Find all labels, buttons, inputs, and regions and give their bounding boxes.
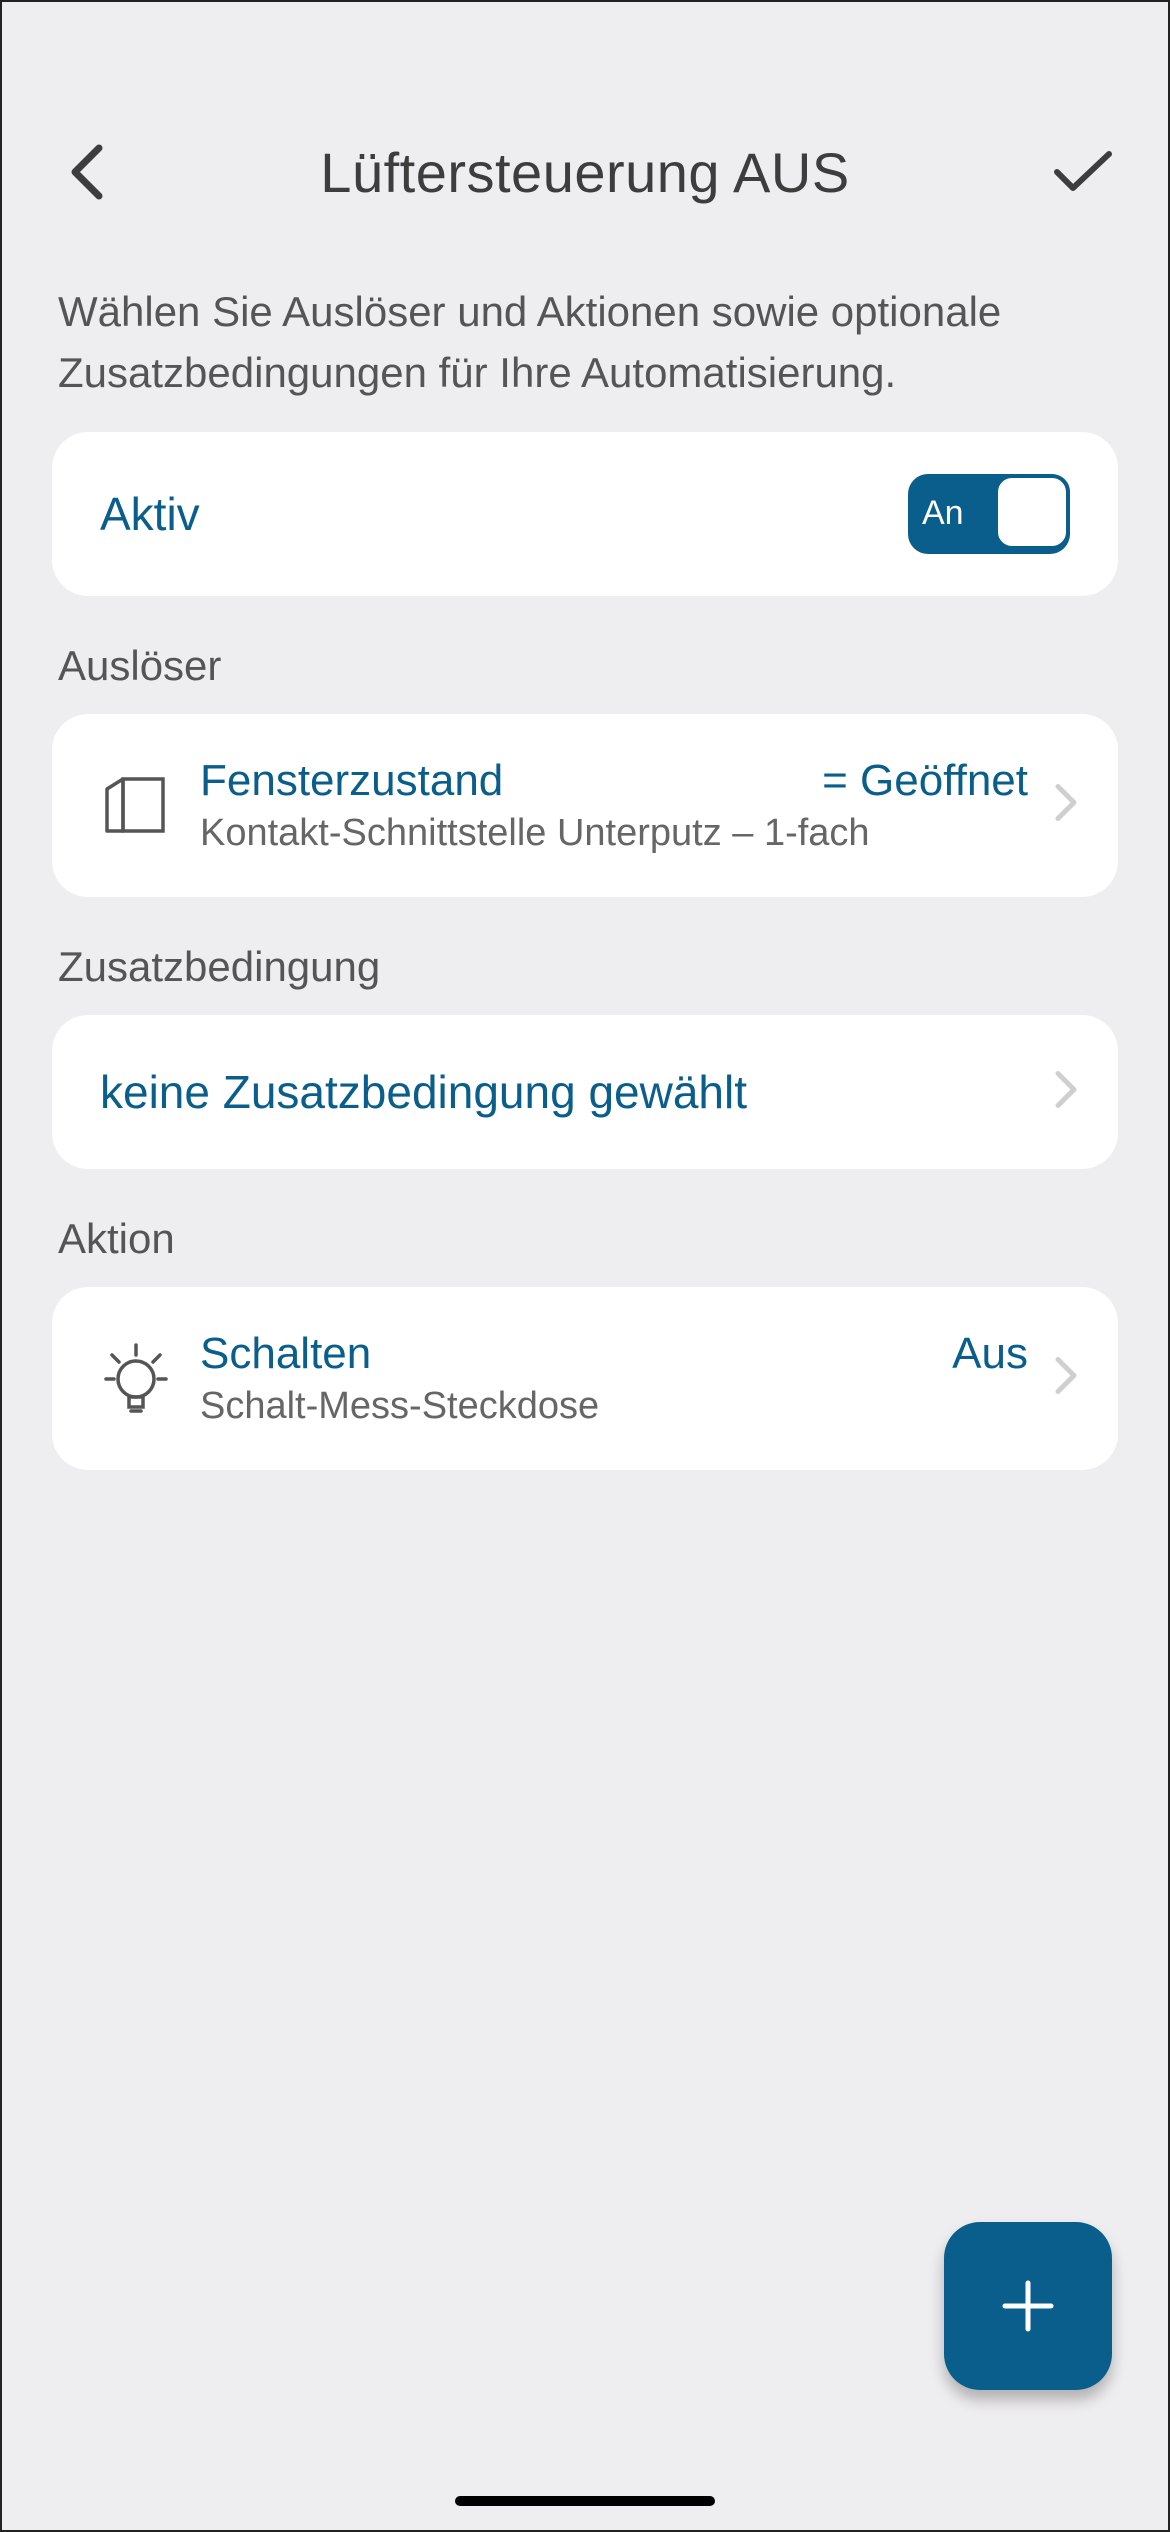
confirm-button[interactable] — [1048, 137, 1118, 207]
chevron-right-icon — [1054, 783, 1078, 828]
window-icon — [100, 771, 172, 839]
header: Lüftersteuerung AUS — [2, 2, 1168, 282]
action-subtitle: Schalt-Mess-Steckdose — [200, 1385, 1028, 1428]
action-row[interactable]: Schalten Aus Schalt-Mess-Steckdose — [52, 1287, 1118, 1470]
active-label: Aktiv — [100, 487, 200, 541]
action-section-heading: Aktion — [2, 1215, 1168, 1263]
lightbulb-icon — [100, 1339, 172, 1417]
trigger-row[interactable]: Fensterzustand = Geöffnet Kontakt-Schnit… — [52, 714, 1118, 897]
description-text: Wählen Sie Auslöser und Aktionen sowie o… — [2, 282, 1168, 404]
condition-section-heading: Zusatzbedingung — [2, 943, 1168, 991]
trigger-subtitle: Kontakt-Schnittstelle Unterputz – 1-fach — [200, 812, 1028, 855]
page-title: Lüftersteuerung AUS — [320, 140, 849, 205]
back-button[interactable] — [52, 137, 122, 207]
home-indicator — [455, 2496, 715, 2506]
toggle-state-label: An — [922, 494, 964, 533]
trigger-body: Fensterzustand = Geöffnet Kontakt-Schnit… — [200, 756, 1028, 855]
plus-icon — [993, 2271, 1063, 2341]
trigger-value: = Geöffnet — [822, 756, 1028, 806]
trigger-title: Fensterzustand — [200, 756, 503, 806]
action-body: Schalten Aus Schalt-Mess-Steckdose — [200, 1329, 1028, 1428]
action-title: Schalten — [200, 1329, 371, 1379]
active-card: Aktiv An — [52, 432, 1118, 596]
chevron-left-icon — [67, 142, 107, 202]
add-button[interactable] — [944, 2222, 1112, 2390]
active-toggle[interactable]: An — [908, 474, 1070, 554]
chevron-right-icon — [1054, 1069, 1078, 1114]
toggle-knob — [994, 474, 1070, 550]
action-value: Aus — [952, 1329, 1028, 1379]
chevron-right-icon — [1054, 1356, 1078, 1401]
trigger-section-heading: Auslöser — [2, 642, 1168, 690]
check-icon — [1051, 148, 1115, 196]
condition-row[interactable]: keine Zusatzbedingung gewählt — [52, 1015, 1118, 1169]
condition-empty-text: keine Zusatzbedingung gewählt — [100, 1065, 747, 1119]
